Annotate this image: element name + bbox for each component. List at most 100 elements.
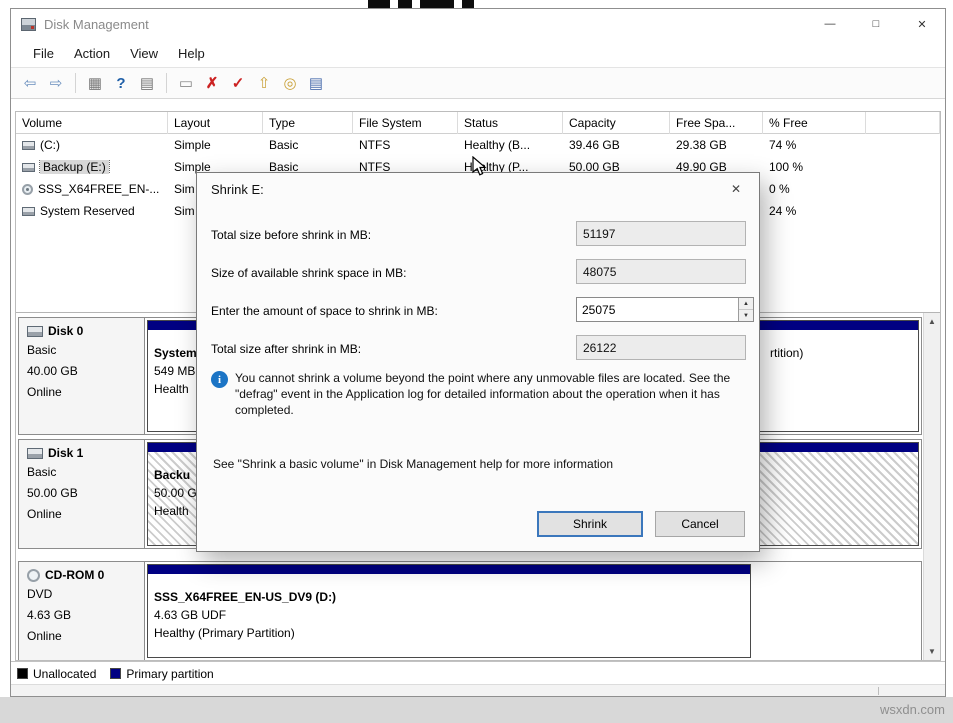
drive-icon xyxy=(22,163,35,172)
volume-name-selected: Backup (E:) xyxy=(40,160,109,174)
info-text: You cannot shrink a volume beyond the po… xyxy=(235,370,745,418)
back-icon[interactable]: ⇦ xyxy=(19,72,41,94)
spinner-up-icon[interactable]: ▲ xyxy=(739,298,753,310)
column-status[interactable]: Status xyxy=(458,112,563,134)
explore-icon[interactable]: ◎ xyxy=(279,72,301,94)
cd-rom-0-header[interactable]: CD-ROM 0 DVD 4.63 GB Online xyxy=(19,562,145,660)
menu-view[interactable]: View xyxy=(120,42,168,65)
menu-file[interactable]: File xyxy=(23,42,64,65)
disk-name: CD-ROM 0 xyxy=(45,568,104,582)
format-icon[interactable]: ▭ xyxy=(175,72,197,94)
disk-1-header[interactable]: Disk 1 Basic 50.00 GB Online xyxy=(19,440,145,548)
disk-icon xyxy=(27,448,43,459)
column-layout[interactable]: Layout xyxy=(168,112,263,134)
window-controls: — □ ✕ xyxy=(807,9,945,39)
toolbar: ⇦ ⇨ ▦ ? ▤ ▭ ✗ ✓ ⇧ ◎ ▤ xyxy=(11,67,945,99)
volume-name: SSS_X64FREE_EN-... xyxy=(38,182,159,196)
status-separator xyxy=(878,687,879,695)
maximize-button[interactable]: □ xyxy=(853,9,899,39)
watermark: wsxdn.com xyxy=(880,702,945,717)
export-list-icon[interactable]: ▤ xyxy=(136,72,158,94)
forward-icon[interactable]: ⇨ xyxy=(45,72,67,94)
help-text: See "Shrink a basic volume" in Disk Mana… xyxy=(213,457,613,471)
dialog-title: Shrink E: xyxy=(211,182,264,197)
screen: Disk Management — □ ✕ File Action View H… xyxy=(0,0,953,723)
column-volume[interactable]: Volume xyxy=(16,112,168,134)
window-title: Disk Management xyxy=(44,17,149,32)
toolbar-separator xyxy=(75,73,76,93)
minimize-button[interactable]: — xyxy=(807,9,853,39)
dialog-title-bar: Shrink E: xyxy=(197,173,759,205)
disk-0-header[interactable]: Disk 0 Basic 40.00 GB Online xyxy=(19,318,145,434)
title-bar: Disk Management — □ ✕ xyxy=(11,9,945,39)
disk-status: Online xyxy=(27,383,144,401)
properties-icon[interactable]: ▤ xyxy=(305,72,327,94)
partition-d-drive[interactable]: SSS_X64FREE_EN-US_DV9 (D:) 4.63 GB UDF H… xyxy=(147,564,751,658)
label-total-before: Total size before shrink in MB: xyxy=(211,228,371,242)
cd-rom-icon xyxy=(27,569,40,582)
column-filler xyxy=(866,112,940,134)
disk-icon xyxy=(27,326,43,337)
cell-status: Healthy (B... xyxy=(458,138,563,152)
cell-fs: NTFS xyxy=(353,138,458,152)
help-icon[interactable]: ? xyxy=(110,72,132,94)
column-free-space[interactable]: Free Spa... xyxy=(670,112,763,134)
close-button[interactable]: ✕ xyxy=(899,9,945,39)
drive-icon xyxy=(22,141,35,150)
cell-capacity: 39.46 GB xyxy=(563,138,670,152)
column-file-system[interactable]: File System xyxy=(353,112,458,134)
shrink-button[interactable]: Shrink xyxy=(537,511,643,537)
cell-pct-free: 24 % xyxy=(763,204,866,218)
legend-bar: Unallocated Primary partition xyxy=(11,661,945,685)
cd-rom-0-row: CD-ROM 0 DVD 4.63 GB Online SSS_X64FREE_… xyxy=(18,561,922,661)
disk-size: 40.00 GB xyxy=(27,362,144,380)
disk-status: Online xyxy=(27,627,144,645)
shrink-amount-field: ▲ ▼ xyxy=(576,297,754,322)
extend-volume-icon[interactable]: ⇧ xyxy=(253,72,275,94)
bottom-strip: wsxdn.com xyxy=(0,697,953,723)
menu-help[interactable]: Help xyxy=(168,42,215,65)
legend-primary-partition: Primary partition xyxy=(110,667,213,681)
disk-management-app-icon xyxy=(21,18,36,31)
value-total-before: 51197 xyxy=(576,221,746,246)
disk-kind: Basic xyxy=(27,463,144,481)
dialog-close-icon[interactable]: ✕ xyxy=(723,179,749,199)
mark-active-icon[interactable]: ✓ xyxy=(227,72,249,94)
disk-size: 4.63 GB xyxy=(27,606,144,624)
vertical-scrollbar[interactable]: ▲ ▼ xyxy=(923,313,940,660)
scroll-down-icon[interactable]: ▼ xyxy=(924,643,940,660)
info-icon: i xyxy=(211,371,228,388)
menu-action[interactable]: Action xyxy=(64,42,120,65)
cd-icon xyxy=(22,184,33,195)
scroll-up-icon[interactable]: ▲ xyxy=(924,313,940,330)
partition-system-reserved[interactable]: System 549 MB Health xyxy=(147,320,202,432)
cell-pct-free: 100 % xyxy=(763,160,866,174)
value-total-after: 26122 xyxy=(576,335,746,360)
cell-layout: Simple xyxy=(168,138,263,152)
column-type[interactable]: Type xyxy=(263,112,353,134)
label-shrink-amount: Enter the amount of space to shrink in M… xyxy=(211,304,438,318)
column-pct-free[interactable]: % Free xyxy=(763,112,866,134)
spinner: ▲ ▼ xyxy=(738,298,753,321)
console-tree-icon[interactable]: ▦ xyxy=(84,72,106,94)
legend-unallocated: Unallocated xyxy=(17,667,96,681)
shrink-amount-input[interactable] xyxy=(577,298,738,321)
primary-partition-swatch xyxy=(110,668,121,679)
column-capacity[interactable]: Capacity xyxy=(563,112,670,134)
toolbar-separator xyxy=(166,73,167,93)
cell-free: 29.38 GB xyxy=(670,138,763,152)
cancel-button[interactable]: Cancel xyxy=(655,511,745,537)
label-total-after: Total size after shrink in MB: xyxy=(211,342,361,356)
disk-name: Disk 1 xyxy=(48,446,83,460)
mouse-cursor xyxy=(472,156,487,177)
status-bar xyxy=(11,684,945,696)
delete-volume-icon[interactable]: ✗ xyxy=(201,72,223,94)
drive-icon xyxy=(22,207,35,216)
disk-kind: DVD xyxy=(27,585,144,603)
cell-pct-free: 74 % xyxy=(763,138,866,152)
spinner-down-icon[interactable]: ▼ xyxy=(739,310,753,321)
label-available-space: Size of available shrink space in MB: xyxy=(211,266,406,280)
volume-row-c[interactable]: (C:) Simple Basic NTFS Healthy (B... 39.… xyxy=(16,134,940,156)
partition-color-band xyxy=(148,321,201,330)
menu-bar: File Action View Help xyxy=(11,39,945,67)
